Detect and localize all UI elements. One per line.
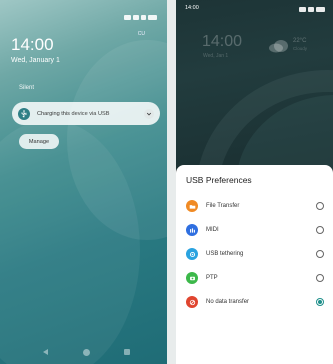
- no-data-icon: [186, 296, 198, 308]
- usb-charging-notification[interactable]: Charging this device via USB: [12, 102, 160, 125]
- usb-icon: [18, 107, 30, 120]
- signal-icon: [308, 7, 314, 12]
- option-label: No data transfer: [206, 299, 250, 305]
- tethering-icon: [186, 248, 198, 260]
- usb-preferences-sheet: USB Preferences File Transfer MIDI USB t…: [176, 165, 333, 364]
- signal-icon: [133, 15, 139, 20]
- option-no-data-transfer[interactable]: No data transfer: [186, 294, 326, 310]
- notification-text: Charging this device via USB: [37, 110, 110, 117]
- clock: 14:00: [11, 35, 54, 54]
- midi-icon: [186, 224, 198, 236]
- battery-icon: [148, 15, 157, 20]
- manage-button[interactable]: Manage: [19, 134, 59, 149]
- usb-preferences-screen: 14:00 14:00 Wed, Jan 1 22°C Cloudy USB P…: [176, 0, 333, 364]
- navigation-bar: [0, 346, 167, 358]
- option-midi[interactable]: MIDI: [186, 222, 326, 238]
- chevron-down-icon[interactable]: [144, 108, 154, 119]
- option-label: File Transfer: [206, 203, 240, 209]
- option-label: MIDI: [206, 227, 219, 233]
- radio-button[interactable]: [316, 274, 324, 282]
- recents-icon[interactable]: [124, 349, 130, 355]
- status-time: 14:00: [185, 5, 199, 11]
- status-bar-icons: [299, 7, 325, 12]
- folder-icon: [186, 200, 198, 212]
- cloud-icon: [269, 40, 288, 53]
- date-label: Wed, January 1: [11, 57, 60, 64]
- nfc-icon: [124, 15, 131, 20]
- radio-button[interactable]: [316, 202, 324, 210]
- carrier-label: CU: [137, 31, 145, 37]
- photo-icon: [186, 272, 198, 284]
- option-usb-tethering[interactable]: USB tethering: [186, 246, 326, 262]
- notification-shade-screen: CU 14:00 Wed, January 1 Silent Charging …: [0, 0, 167, 364]
- option-label: PTP: [206, 275, 218, 281]
- lock-date: Wed, Jan 1: [203, 53, 229, 59]
- option-label: USB tethering: [206, 251, 244, 257]
- section-label-silent: Silent: [19, 85, 35, 91]
- lock-clock: 14:00: [202, 33, 243, 50]
- option-file-transfer[interactable]: File Transfer: [186, 198, 326, 214]
- sheet-title: USB Preferences: [186, 175, 252, 185]
- weather-condition: Cloudy: [293, 46, 308, 51]
- wifi-icon: [141, 15, 146, 20]
- weather-temp: 22°C: [293, 38, 307, 44]
- radio-button[interactable]: [316, 226, 324, 234]
- status-bar-icons: [124, 15, 157, 20]
- option-ptp[interactable]: PTP: [186, 270, 326, 286]
- radio-button[interactable]: [316, 250, 324, 258]
- battery-icon: [316, 7, 325, 12]
- back-icon[interactable]: [43, 349, 48, 355]
- home-icon[interactable]: [83, 349, 90, 356]
- dimmed-lockscreen: 14:00 14:00 Wed, Jan 1 22°C Cloudy: [176, 0, 333, 314]
- radio-button-selected[interactable]: [316, 298, 324, 306]
- nfc-icon: [299, 7, 306, 12]
